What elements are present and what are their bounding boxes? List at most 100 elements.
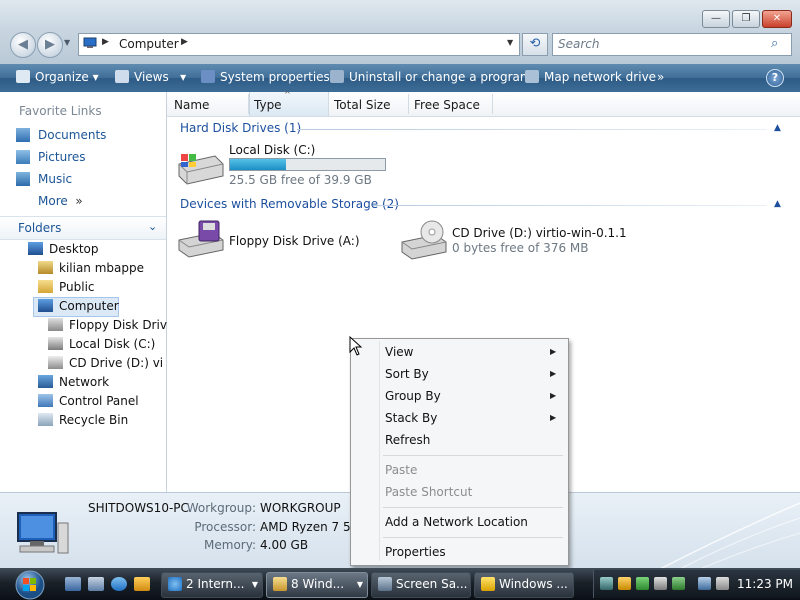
task-windows-explorer[interactable]: 8 Wind... ▼	[266, 572, 368, 598]
recycle-bin-icon	[38, 413, 53, 426]
breadcrumb-arrow-icon[interactable]: ▶	[181, 37, 188, 47]
arrow-right-icon: ▶	[45, 37, 55, 52]
uninstall-label: Uninstall or change a program	[349, 70, 532, 84]
column-divider[interactable]	[492, 94, 493, 114]
breadcrumb-computer[interactable]: Computer	[119, 37, 179, 51]
recent-pages-dropdown[interactable]: ▼	[64, 38, 70, 47]
menu-item-paste-shortcut[interactable]: Paste Shortcut	[385, 485, 472, 499]
menu-item-view[interactable]: View	[385, 345, 413, 359]
collapse-group-icon[interactable]: ▲	[774, 123, 781, 133]
folders-label: Folders	[18, 221, 62, 235]
refresh-button[interactable]: ⟲	[522, 33, 548, 56]
show-desktop-icon[interactable]	[65, 577, 81, 591]
context-menu: View ▶ Sort By ▶ Group By ▶ Stack By ▶ R…	[350, 338, 569, 566]
start-button[interactable]	[6, 568, 48, 600]
clock[interactable]: 11:23 PM	[737, 577, 793, 591]
control-panel-icon	[38, 394, 53, 407]
refresh-icon: ⟲	[529, 36, 541, 51]
tree-item-user[interactable]: kilian mbappe	[38, 261, 144, 275]
column-free-space[interactable]: Free Space	[414, 98, 480, 112]
address-dropdown-icon[interactable]: ▼	[507, 38, 513, 47]
tray-icon[interactable]	[654, 577, 667, 590]
tree-item-floppy[interactable]: Floppy Disk Drive	[48, 318, 174, 332]
volume-icon[interactable]	[716, 577, 729, 590]
maximize-button[interactable]: ❐	[732, 10, 760, 28]
column-type[interactable]: Type	[254, 98, 282, 112]
column-headers: Name ^ Type Total Size Free Space	[167, 90, 800, 117]
navigation-pane: Favorite Links Documents Pictures Music …	[0, 92, 174, 492]
menu-gutter	[379, 341, 380, 561]
tree-item-computer[interactable]: Computer	[38, 299, 119, 313]
hard-disk-icon	[178, 154, 224, 185]
menu-item-paste[interactable]: Paste	[385, 463, 417, 477]
tree-item-local-disk[interactable]: Local Disk (C:)	[48, 337, 155, 351]
back-button[interactable]: ◀	[10, 32, 36, 58]
menu-item-refresh[interactable]: Refresh	[385, 433, 430, 447]
map-drive-icon	[525, 70, 539, 83]
column-name[interactable]: Name	[174, 98, 209, 112]
tray-icon[interactable]	[636, 577, 649, 590]
pictures-icon	[16, 150, 30, 164]
organize-button[interactable]: Organize ▾	[16, 70, 99, 84]
menu-item-add-network-location[interactable]: Add a Network Location	[385, 515, 528, 529]
security-shield-icon[interactable]	[618, 577, 631, 590]
favorite-documents[interactable]: Documents	[16, 128, 106, 142]
tray-icon[interactable]	[600, 577, 613, 590]
tray-icon[interactable]	[672, 577, 685, 590]
task-windows-warning[interactable]: Windows ...	[474, 572, 574, 598]
menu-separator	[383, 455, 563, 456]
uninstall-button[interactable]: Uninstall or change a program	[330, 70, 532, 84]
sort-ascending-icon: ^	[284, 90, 291, 99]
column-divider[interactable]	[248, 94, 249, 114]
tree-item-public[interactable]: Public	[38, 280, 95, 294]
column-divider[interactable]	[328, 94, 329, 114]
minimize-button[interactable]: —	[702, 10, 730, 28]
menu-item-group-by[interactable]: Group By	[385, 389, 441, 403]
address-bar[interactable]: ▶ Computer ▶ ▼	[78, 33, 520, 56]
more-chevron-icon: »	[75, 194, 83, 208]
close-button[interactable]: ✕	[762, 10, 792, 28]
drive-local-disk-c[interactable]: Local Disk (C:) 25.5 GB free of 39.9 GB	[175, 142, 555, 192]
forward-button[interactable]: ▶	[37, 32, 63, 58]
tree-item-network[interactable]: Network	[38, 375, 109, 389]
menu-item-properties[interactable]: Properties	[385, 545, 446, 559]
folders-header[interactable]: Folders ⌄	[0, 216, 166, 240]
menu-item-stack-by[interactable]: Stack By	[385, 411, 437, 425]
map-network-drive-button[interactable]: Map network drive	[525, 70, 656, 84]
search-icon[interactable]: ⌕	[771, 36, 778, 51]
views-button[interactable]: Views ▾	[115, 70, 186, 84]
drive-cd-d[interactable]: CD Drive (D:) virtio-win-0.1.1 0 bytes f…	[398, 218, 778, 264]
tree-item-desktop[interactable]: Desktop	[28, 242, 99, 256]
favorite-more[interactable]: More »	[38, 194, 83, 208]
group-removable-storage[interactable]: Devices with Removable Storage (2)	[180, 197, 399, 211]
tree-item-control-panel[interactable]: Control Panel	[38, 394, 139, 408]
menu-item-sort-by[interactable]: Sort By	[385, 367, 429, 381]
mouse-cursor-icon	[349, 336, 363, 356]
tree-label: Public	[59, 280, 95, 294]
column-total-size[interactable]: Total Size	[334, 98, 390, 112]
internet-explorer-icon[interactable]	[111, 577, 127, 591]
tree-item-recycle-bin[interactable]: Recycle Bin	[38, 413, 128, 427]
more-commands-button[interactable]: »	[657, 70, 664, 84]
media-player-icon[interactable]	[134, 577, 150, 591]
drive-floppy-a[interactable]: Floppy Disk Drive (A:)	[175, 218, 375, 264]
map-network-drive-label: Map network drive	[544, 70, 657, 84]
breadcrumb-arrow-icon[interactable]: ▶	[102, 37, 109, 47]
help-icon[interactable]: ?	[766, 69, 784, 87]
favorite-music[interactable]: Music	[16, 172, 72, 186]
group-hard-disk-drives[interactable]: Hard Disk Drives (1)	[180, 121, 301, 135]
tree-item-cd-drive[interactable]: CD Drive (D:) virtio	[48, 356, 164, 370]
task-screen-saver[interactable]: Screen Sa...	[371, 572, 471, 598]
task-internet-explorer[interactable]: 2 Intern... ▼	[161, 572, 263, 598]
views-label: Views	[134, 70, 169, 84]
favorite-pictures[interactable]: Pictures	[16, 150, 86, 164]
submenu-arrow-icon: ▶	[550, 413, 557, 422]
switch-windows-icon[interactable]	[88, 577, 104, 591]
column-divider[interactable]	[408, 94, 409, 114]
network-icon[interactable]	[698, 577, 711, 590]
system-properties-button[interactable]: System properties	[201, 70, 330, 84]
collapse-group-icon[interactable]: ▲	[774, 199, 781, 209]
folder-icon	[38, 280, 53, 293]
search-input[interactable]: Search ⌕	[552, 33, 792, 56]
chevron-down-icon[interactable]: ⌄	[148, 220, 157, 233]
